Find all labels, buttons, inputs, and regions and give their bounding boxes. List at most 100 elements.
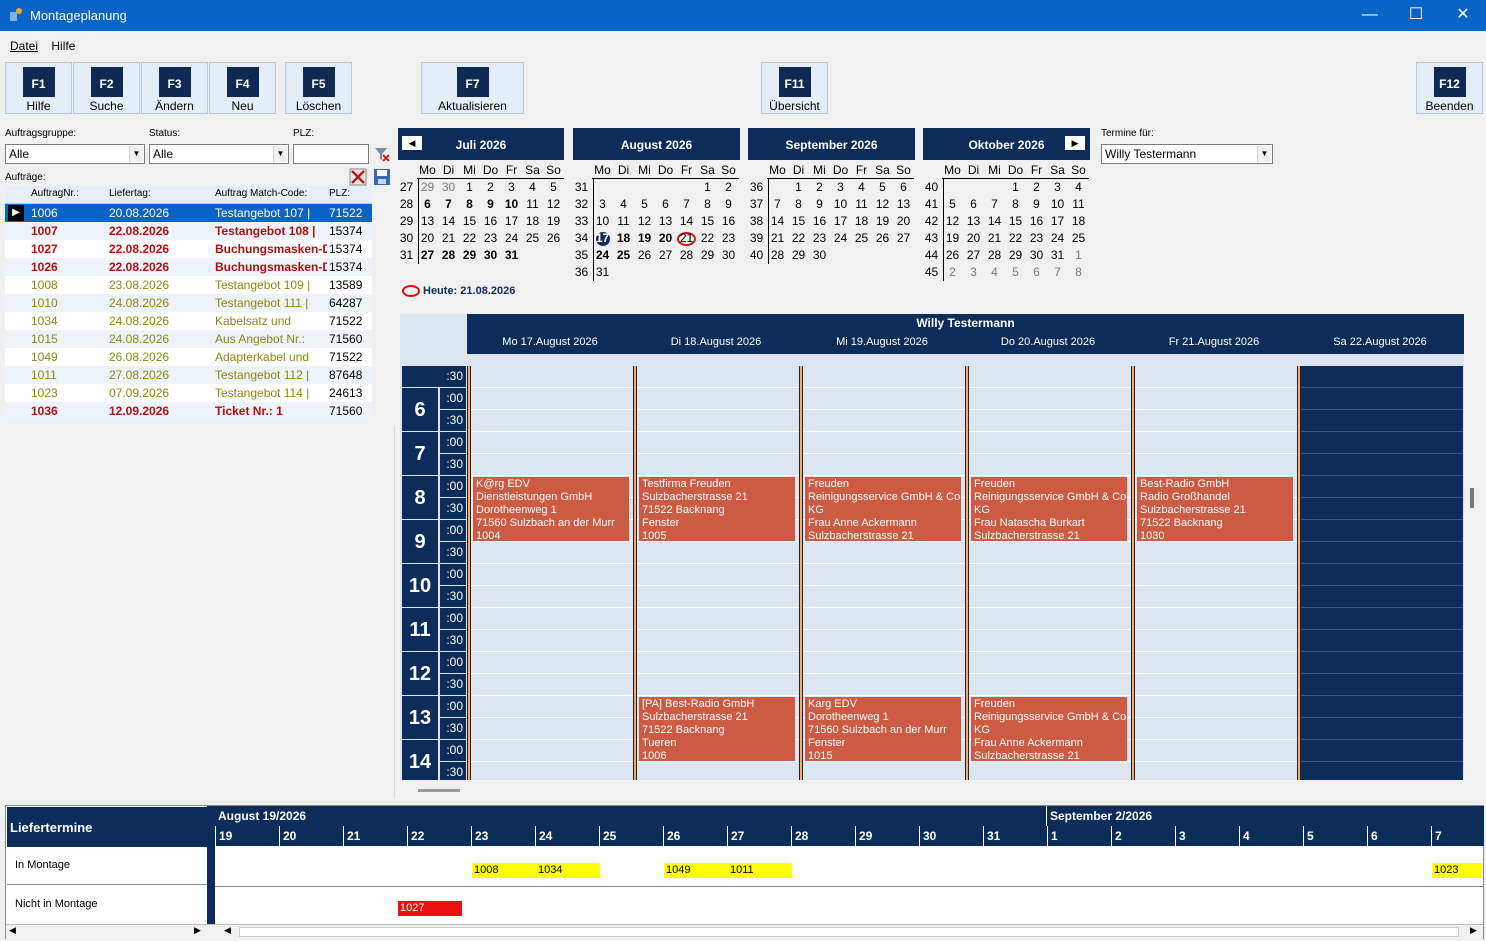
calendar-day[interactable]: 6 (417, 197, 438, 211)
liefer-scroll-thumb[interactable] (239, 927, 1459, 937)
calendar-day[interactable]: 17 (1047, 214, 1068, 228)
calendar-day[interactable]: 26 (634, 248, 655, 262)
calendar-day[interactable]: 19 (543, 214, 564, 228)
calendar-day[interactable]: 1 (1005, 180, 1026, 194)
calendar-day[interactable]: 22 (1005, 231, 1026, 245)
calendar-day[interactable]: 10 (501, 197, 522, 211)
calendar-day[interactable]: 12 (942, 214, 963, 228)
table-row[interactable]: 1026 22.08.2026 Buchungsmasken-De 15374 (5, 258, 372, 276)
table-row[interactable]: 1034 24.08.2026 Kabelsatz und 71522 (5, 312, 372, 330)
day-column[interactable] (1131, 366, 1297, 780)
table-row[interactable]: 1008 23.08.2026 Testangebot 109 | 13589 (5, 276, 372, 294)
menu-hilfe[interactable]: Hilfe (51, 39, 75, 53)
calendar-day[interactable]: 12 (543, 197, 564, 211)
calendar-day[interactable]: 5 (634, 197, 655, 211)
calendar-day[interactable]: 29 (417, 180, 438, 194)
calendar-day[interactable]: 16 (480, 214, 501, 228)
filter-clear-icon[interactable] (373, 145, 391, 163)
calendar-day[interactable]: 4 (613, 197, 634, 211)
appointment[interactable]: Karg EDV Dorotheenweg 1 71560 Sulzbach an … (805, 697, 961, 761)
appointment[interactable]: Best-Radio GmbH Radio Großhandel Sulzbache… (1137, 477, 1293, 541)
calendar-day[interactable]: 3 (1047, 180, 1068, 194)
chevron-down-icon[interactable]: ▼ (273, 146, 287, 162)
f12-button[interactable]: F12 Beenden (1416, 62, 1483, 114)
calendar-day[interactable]: 1 (788, 180, 809, 194)
delivery-bar-in-montage[interactable]: 1034 (536, 863, 600, 878)
calendar-day[interactable]: 1 (697, 180, 718, 194)
calendar-day[interactable]: 10 (1047, 197, 1068, 211)
delivery-bar-in-montage[interactable]: 1049 (664, 863, 728, 878)
calendar-day[interactable]: 8 (459, 197, 480, 211)
calendar-day[interactable]: 8 (1068, 265, 1089, 279)
calendar-day[interactable]: 14 (676, 214, 697, 228)
calendar-day[interactable]: 19 (872, 214, 893, 228)
calendar-day[interactable]: 4 (984, 265, 1005, 279)
calendar-day[interactable]: 15 (697, 214, 718, 228)
scroll-right-icon[interactable]: ▶ (1470, 925, 1477, 936)
calendar-day[interactable]: 21 (984, 231, 1005, 245)
calendar-day[interactable]: 22 (788, 231, 809, 245)
calendar-day[interactable]: 20 (963, 231, 984, 245)
table-row[interactable]: 1010 24.08.2026 Testangebot 111 | 64287 (5, 294, 372, 312)
calendar-day[interactable]: 27 (417, 248, 438, 262)
calendar-day[interactable]: 30 (718, 248, 739, 262)
delivery-bar-in-montage[interactable]: 1008 (472, 863, 536, 878)
f7-button[interactable]: F7 Aktualisieren (421, 62, 524, 114)
calendar-day[interactable]: 23 (718, 231, 739, 245)
calendar-day[interactable]: 12 (872, 197, 893, 211)
close-button[interactable]: ✕ (1440, 0, 1486, 31)
calendar-day[interactable]: 24 (501, 231, 522, 245)
week-scroll-thumb[interactable] (1470, 488, 1474, 508)
calendar-day[interactable]: 13 (893, 197, 914, 211)
calendar-day[interactable]: 26 (872, 231, 893, 245)
calendar-day[interactable]: 6 (655, 197, 676, 211)
calendar-day[interactable]: 10 (592, 214, 613, 228)
calendar-day[interactable]: 25 (613, 248, 634, 262)
group-select[interactable]: Alle ▼ (5, 144, 145, 164)
calendar-day[interactable]: 2 (718, 180, 739, 194)
table-row[interactable]: 1049 26.08.2026 Adapterkabel und 71522 (5, 348, 372, 366)
calendar-day[interactable]: 15 (788, 214, 809, 228)
chevron-down-icon[interactable]: ▼ (129, 146, 143, 162)
table-row[interactable]: 1007 22.08.2026 Testangebot 108 | 15374 (5, 222, 372, 240)
calendar-day[interactable]: 19 (942, 231, 963, 245)
table-row[interactable]: 1015 24.08.2026 Aus Angebot Nr.: 71560 (5, 330, 372, 348)
calendar-day[interactable]: 23 (480, 231, 501, 245)
delete-icon[interactable] (349, 168, 367, 186)
calendar-day[interactable]: 1 (1068, 248, 1089, 262)
delivery-bar-in-montage[interactable]: 1011 (728, 863, 792, 878)
f3-button[interactable]: F3 Ändern (141, 62, 208, 114)
plz-input[interactable] (293, 144, 369, 164)
orders-table[interactable]: AuftragNr.: Liefertag: Auftrag Match-Cod… (5, 186, 372, 426)
calendar-day[interactable]: 12 (634, 214, 655, 228)
calendar-day[interactable]: 28 (676, 248, 697, 262)
calendar-day[interactable]: 16 (809, 214, 830, 228)
save-icon[interactable] (373, 168, 391, 186)
maximize-button[interactable]: ☐ (1393, 0, 1439, 31)
calendar-day[interactable]: 7 (1047, 265, 1068, 279)
table-row[interactable]: 1023 07.09.2026 Testangebot 114 | 24613 (5, 384, 372, 402)
calendar-day[interactable]: 31 (1047, 248, 1068, 262)
status-select[interactable]: Alle ▼ (149, 144, 289, 164)
week-hscroll-thumb[interactable] (418, 789, 460, 792)
calendar-day[interactable]: 25 (1068, 231, 1089, 245)
f1-button[interactable]: F1 Hilfe (5, 62, 72, 114)
menu-datei[interactable]: Datei (10, 39, 38, 53)
f4-button[interactable]: F4 Neu (209, 62, 276, 114)
calendar-day[interactable]: 13 (417, 214, 438, 228)
scroll-right-icon[interactable]: ▶ (194, 925, 201, 936)
calendar-day[interactable]: 4 (522, 180, 543, 194)
f11-button[interactable]: F11 Übersicht (761, 62, 828, 114)
appointment[interactable]: K@rg EDV Dienstleistungen GmbH Dorotheenwe… (473, 477, 629, 541)
calendar-day[interactable]: 18 (851, 214, 872, 228)
calendar-day[interactable]: 17 (501, 214, 522, 228)
next-month-icon[interactable]: ▶ (1065, 136, 1085, 150)
calendar-day[interactable]: 8 (788, 197, 809, 211)
calendar-day[interactable]: 31 (501, 248, 522, 262)
calendar-day[interactable]: 27 (893, 231, 914, 245)
table-row[interactable]: 1011 27.08.2026 Testangebot 112 | 87648 (5, 366, 372, 384)
day-column[interactable] (467, 366, 633, 780)
calendar-day[interactable]: 30 (1026, 248, 1047, 262)
minimize-button[interactable]: — (1347, 0, 1393, 31)
calendar-day[interactable]: 20 (893, 214, 914, 228)
